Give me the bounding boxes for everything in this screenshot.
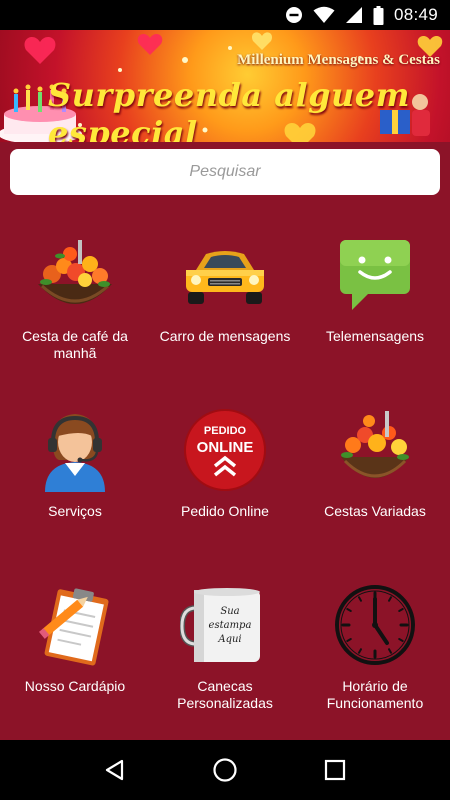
menu-item-cesta-cafe[interactable]: Cesta de café da manhã bbox=[0, 210, 150, 380]
menu-item-label: Carro de mensagens bbox=[159, 328, 291, 344]
do-not-disturb-icon bbox=[285, 6, 303, 24]
recents-button[interactable] bbox=[315, 750, 355, 790]
status-time: 08:49 bbox=[393, 5, 438, 24]
banner-tagline: Surpreenda alguem especial bbox=[48, 76, 410, 142]
app-screen: 08:49 Millenium Mensagens & Cestas Surpr… bbox=[0, 0, 450, 800]
menu-item-carro-mensagens[interactable]: Carro de mensagens bbox=[150, 210, 300, 380]
header-banner: Millenium Mensagens & Cestas Surpreenda … bbox=[0, 30, 450, 142]
order-online-icon: PEDIDO ONLINE bbox=[177, 405, 273, 495]
back-icon bbox=[105, 759, 124, 781]
battery-icon bbox=[373, 5, 384, 25]
menu-item-telemensagens[interactable]: Telemensagens bbox=[300, 210, 450, 380]
mug-icon: Sua estampa Aqui bbox=[177, 580, 273, 670]
badge-main-text: ONLINE bbox=[197, 439, 254, 456]
clipboard-pencil-icon bbox=[27, 580, 123, 670]
menu-item-label: Horário de Funcionamento bbox=[326, 678, 424, 711]
signal-icon bbox=[345, 6, 363, 24]
menu-item-label: Telemensagens bbox=[325, 328, 425, 344]
menu-item-label: Canecas Personalizadas bbox=[177, 678, 273, 711]
menu-item-label: Serviços bbox=[48, 503, 102, 519]
back-button[interactable] bbox=[95, 750, 135, 790]
search-input[interactable] bbox=[10, 149, 440, 195]
chat-bubble-icon bbox=[327, 230, 423, 320]
menu-item-label: Nosso Cardápio bbox=[24, 678, 126, 694]
clock-icon bbox=[327, 580, 423, 670]
flower-basket-icon bbox=[27, 230, 123, 320]
navigation-bar bbox=[0, 740, 450, 800]
badge-top-text: PEDIDO bbox=[204, 425, 247, 437]
home-icon bbox=[213, 758, 237, 782]
menu-item-canecas-personalizadas[interactable]: Sua estampa Aqui Canecas Personalizadas bbox=[150, 560, 300, 730]
wifi-icon bbox=[313, 6, 335, 24]
menu-item-label: Cesta de café da manhã bbox=[22, 328, 128, 361]
support-agent-icon bbox=[27, 405, 123, 495]
menu-item-pedido-online[interactable]: PEDIDO ONLINE Pedido Online bbox=[150, 385, 300, 555]
menu-item-servicos[interactable]: Serviços bbox=[0, 385, 150, 555]
menu-item-nosso-cardapio[interactable]: Nosso Cardápio bbox=[0, 560, 150, 730]
gift-basket-icon bbox=[327, 405, 423, 495]
brand-name: Millenium Mensagens & Cestas bbox=[237, 52, 440, 68]
menu-item-label: Cestas Variadas bbox=[324, 503, 426, 519]
car-icon bbox=[177, 230, 273, 320]
menu-item-horario-funcionamento[interactable]: Horário de Funcionamento bbox=[300, 560, 450, 730]
recents-icon bbox=[324, 759, 346, 781]
home-button[interactable] bbox=[205, 750, 245, 790]
menu-item-cestas-variadas[interactable]: Cestas Variadas bbox=[300, 385, 450, 555]
menu-item-label: Pedido Online bbox=[181, 503, 269, 519]
status-bar: 08:49 bbox=[0, 0, 450, 30]
